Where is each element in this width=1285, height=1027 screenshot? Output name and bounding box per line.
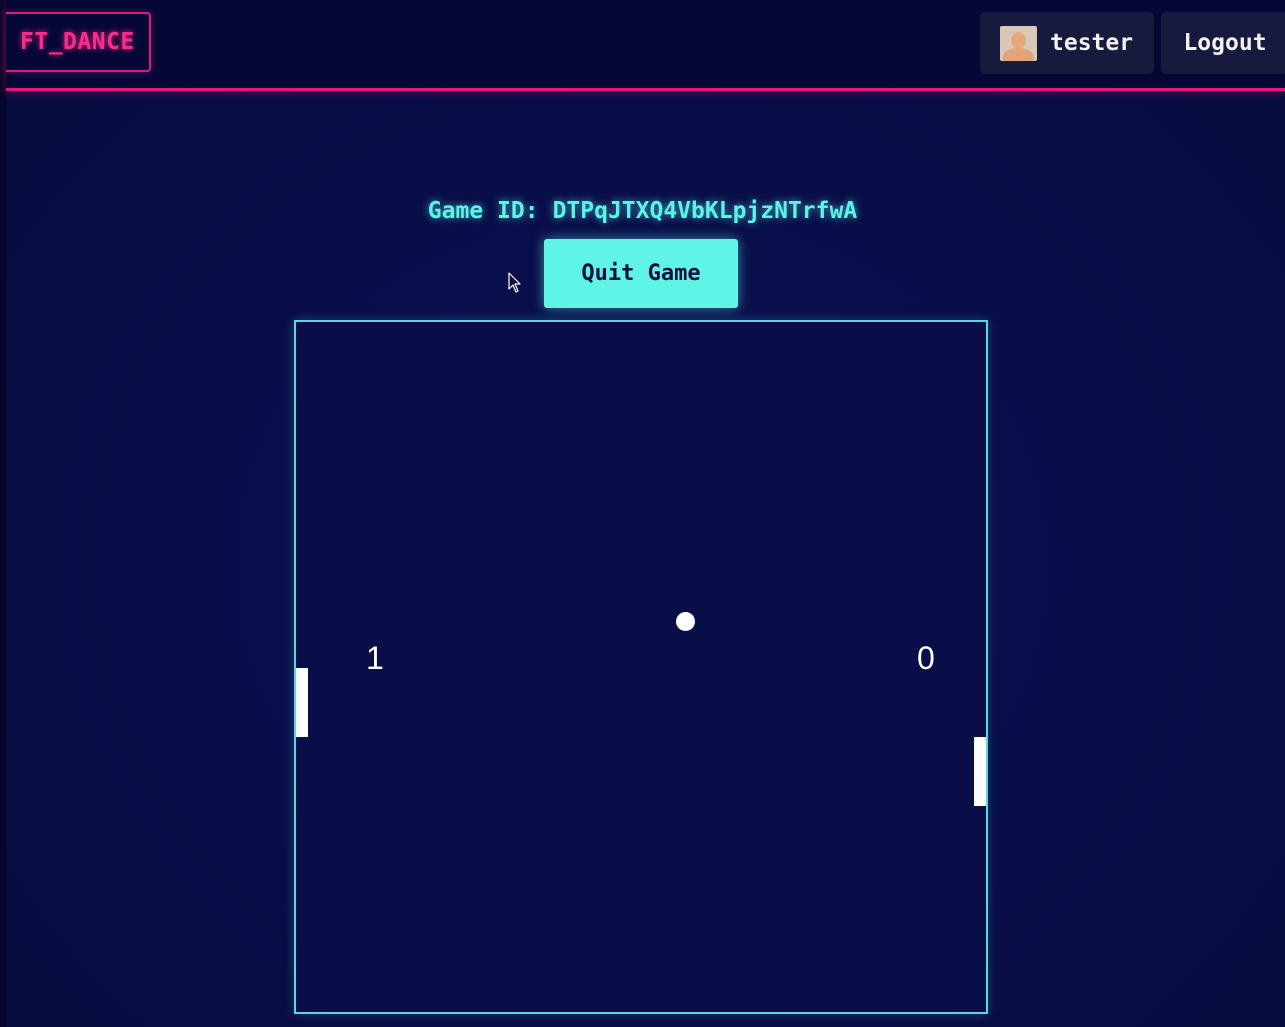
ball	[676, 612, 695, 631]
top-navbar: FT_DANCE tester Logout	[6, 0, 1285, 91]
left-edge-strip	[0, 0, 6, 1027]
username-label: tester	[1050, 30, 1134, 56]
left-paddle	[296, 668, 308, 737]
user-profile-button[interactable]: tester	[980, 12, 1154, 74]
game-board[interactable]: 1 0	[294, 320, 988, 1014]
avatar-shoulders	[1003, 48, 1034, 61]
game-page: FT_DANCE tester Logout Game ID: DTPqJTXQ4…	[0, 0, 1285, 1027]
game-id-value: DTPqJTXQ4VbKLpjzNTrfwA	[552, 198, 858, 224]
avatar-head	[1011, 32, 1026, 49]
site-logo[interactable]: FT_DANCE	[6, 12, 151, 72]
right-paddle	[974, 737, 986, 806]
score-left: 1	[366, 640, 384, 676]
score-right: 0	[917, 640, 935, 676]
site-logo-text: FT_DANCE	[20, 29, 135, 55]
game-id-label: Game ID:	[427, 198, 539, 224]
logout-button[interactable]: Logout	[1161, 12, 1285, 74]
game-id-line: Game ID: DTPqJTXQ4VbKLpjzNTrfwA	[0, 196, 1285, 226]
user-avatar-icon	[1000, 26, 1037, 61]
quit-game-button[interactable]: Quit Game	[544, 239, 738, 308]
mouse-pointer-icon	[508, 272, 521, 293]
